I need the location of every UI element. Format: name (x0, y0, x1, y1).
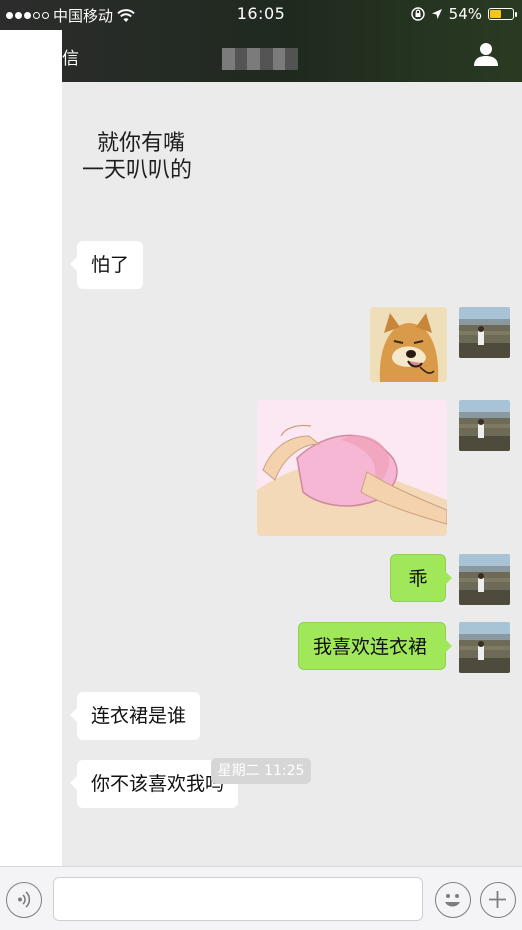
voice-button[interactable] (6, 882, 42, 918)
orientation-lock-icon (410, 7, 425, 21)
my-avatar[interactable] (459, 307, 510, 358)
timestamp-pill: 星期二 11:25 (211, 758, 311, 784)
my-avatar[interactable] (459, 554, 510, 605)
landscape-avatar-icon (459, 554, 510, 605)
incoming-bubble[interactable]: 怕了 (69, 241, 144, 289)
top-bar: 中国移动 16:05 54% 信 (0, 0, 522, 82)
message-line: 一天叭叭的 (82, 158, 193, 183)
chat-area[interactable]: 就你有嘴 一天叭叭的 怕了 乖 我喜欢连衣裙 连衣裙是谁 你不该喜欢我吗 星期二… (0, 82, 522, 865)
sticker-message[interactable] (370, 307, 447, 382)
shiba-dog-sticker (370, 307, 447, 382)
pink-cartoon-image (257, 400, 447, 536)
plus-button[interactable] (480, 882, 516, 918)
battery-percent: 54% (448, 5, 482, 23)
landscape-avatar-icon (459, 622, 510, 673)
back-button[interactable]: 信 (62, 44, 79, 69)
input-bar (0, 866, 522, 930)
plus-icon (489, 891, 506, 908)
battery-icon (488, 8, 517, 20)
image-message[interactable] (257, 400, 447, 536)
message-input[interactable] (53, 877, 423, 921)
voice-icon (18, 891, 31, 908)
contact-name-mosaic (222, 48, 298, 70)
incoming-text-message: 就你有嘴 一天叭叭的 (82, 130, 192, 184)
outgoing-bubble[interactable]: 我喜欢连衣裙 (298, 622, 452, 670)
landscape-avatar-icon (459, 400, 510, 451)
emoji-button[interactable] (435, 882, 471, 918)
status-right: 54% (410, 5, 517, 23)
location-icon (431, 9, 442, 19)
my-avatar[interactable] (459, 400, 510, 451)
landscape-avatar-icon (459, 307, 510, 358)
incoming-bubble[interactable]: 连衣裙是谁 (69, 692, 201, 740)
my-avatar[interactable] (459, 622, 510, 673)
emoji-icon (445, 894, 460, 907)
status-bar: 中国移动 16:05 54% (0, 0, 522, 28)
chat-screen: 中国移动 16:05 54% 信 就你有嘴 一天叭叭的 怕了 乖 我喜欢连衣裙 … (0, 0, 522, 930)
nav-bar: 信 (0, 30, 522, 80)
outgoing-bubble[interactable]: 乖 (390, 554, 452, 602)
message-line: 就你有嘴 (97, 131, 186, 156)
profile-icon[interactable] (472, 40, 500, 68)
